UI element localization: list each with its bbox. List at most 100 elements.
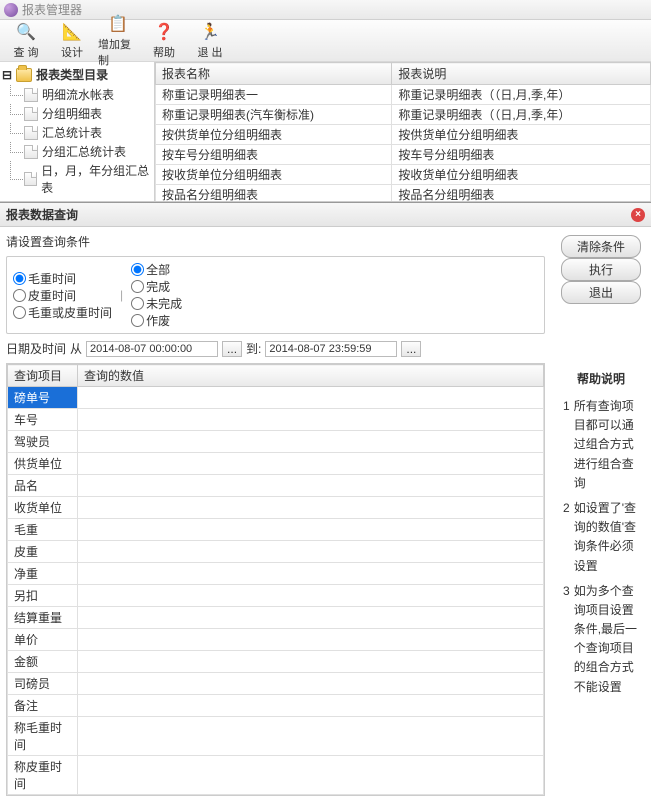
grid-row[interactable]: 称重记录明细表一称重记录明细表（（日,月,季,年） <box>156 85 651 105</box>
radio-input[interactable] <box>13 289 26 302</box>
tree-item[interactable]: 明细流水帐表 <box>24 85 152 104</box>
query-item-name: 称皮重时间 <box>8 756 78 795</box>
query-item-value[interactable] <box>78 756 544 795</box>
grid-cell: 按供货单位分组明细表 <box>156 125 392 145</box>
button-退出[interactable]: 退出 <box>561 281 641 304</box>
grid-row[interactable]: 按品名分组明细表按品名分组明细表 <box>156 185 651 202</box>
query-item-value[interactable] <box>78 541 544 563</box>
date-row: 日期及时间 从 ... 到: ... <box>6 340 545 357</box>
query-item-value[interactable] <box>78 717 544 756</box>
query-item-value[interactable] <box>78 651 544 673</box>
document-icon <box>24 107 38 121</box>
button-执行[interactable]: 执行 <box>561 258 641 281</box>
query-row[interactable]: 司磅员 <box>8 673 544 695</box>
query-item-value[interactable] <box>78 607 544 629</box>
radio-input[interactable] <box>131 263 144 276</box>
to-datetime-input[interactable] <box>265 341 397 357</box>
query-row[interactable]: 供货单位 <box>8 453 544 475</box>
radio-完成[interactable]: 完成 <box>131 278 182 295</box>
query-item-value[interactable] <box>78 695 544 717</box>
tree-item[interactable]: 汇总统计表 <box>24 123 152 142</box>
toolbar-label: 设计 <box>61 44 83 60</box>
toolbar-icon: 📐 <box>61 21 83 43</box>
expand-icon[interactable]: ⊟ <box>2 68 12 82</box>
query-item-value[interactable] <box>78 629 544 651</box>
query-item-value[interactable] <box>78 585 544 607</box>
query-item-name: 供货单位 <box>8 453 78 475</box>
button-清除条件[interactable]: 清除条件 <box>561 235 641 258</box>
query-item-value[interactable] <box>78 497 544 519</box>
query-item-name: 结算重量 <box>8 607 78 629</box>
toolbar-退 出-button[interactable]: 🏃退 出 <box>190 19 230 62</box>
document-icon <box>24 145 38 159</box>
query-item-value[interactable] <box>78 431 544 453</box>
to-date-picker-button[interactable]: ... <box>401 341 421 357</box>
radio-皮重时间[interactable]: 皮重时间 <box>13 287 112 304</box>
query-item-name: 品名 <box>8 475 78 497</box>
query-row[interactable]: 车号 <box>8 409 544 431</box>
tree-item[interactable]: 分组汇总统计表 <box>24 142 152 161</box>
report-grid[interactable]: 报表名称报表说明 称重记录明细表一称重记录明细表（（日,月,季,年）称重记录明细… <box>155 62 651 201</box>
toolbar-帮助-button[interactable]: ❓帮助 <box>144 19 184 62</box>
grid-header[interactable]: 报表说明 <box>392 63 651 85</box>
tree-item-label: 汇总统计表 <box>42 124 102 141</box>
tree-item[interactable]: 分组明细表 <box>24 104 152 123</box>
grid-cell: 按收货单位分组明细表 <box>156 165 392 185</box>
radio-input[interactable] <box>131 297 144 310</box>
query-row[interactable]: 皮重 <box>8 541 544 563</box>
query-items-grid[interactable]: 查询项目查询的数值 磅单号车号驾驶员供货单位品名收货单位毛重皮重净重另扣结算重量… <box>6 363 545 796</box>
radio-input[interactable] <box>131 314 144 327</box>
radio-毛重时间[interactable]: 毛重时间 <box>13 270 112 287</box>
grid-cell: 称重记录明细表（（日,月,季,年） <box>392 85 651 105</box>
query-item-name: 司磅员 <box>8 673 78 695</box>
radio-input[interactable] <box>13 306 26 319</box>
radio-未完成[interactable]: 未完成 <box>131 295 182 312</box>
query-row[interactable]: 称毛重时间 <box>8 717 544 756</box>
query-item-value[interactable] <box>78 563 544 585</box>
grid-row[interactable]: 按车号分组明细表按车号分组明细表 <box>156 145 651 165</box>
tree-root[interactable]: ⊟ 报表类型目录 <box>2 66 152 83</box>
radio-全部[interactable]: 全部 <box>131 261 182 278</box>
radio-作废[interactable]: 作废 <box>131 312 182 329</box>
grid-cell: 按品名分组明细表 <box>156 185 392 202</box>
query-row[interactable]: 结算重量 <box>8 607 544 629</box>
radio-毛重或皮重时间[interactable]: 毛重或皮重时间 <box>13 304 112 321</box>
query-row[interactable]: 净重 <box>8 563 544 585</box>
grid-row[interactable]: 按供货单位分组明细表按供货单位分组明细表 <box>156 125 651 145</box>
query-item-value[interactable] <box>78 519 544 541</box>
radio-input[interactable] <box>131 280 144 293</box>
grid-row[interactable]: 称重记录明细表(汽车衡标准)称重记录明细表（（日,月,季,年） <box>156 105 651 125</box>
query-row[interactable]: 品名 <box>8 475 544 497</box>
grid-row[interactable]: 按收货单位分组明细表按收货单位分组明细表 <box>156 165 651 185</box>
grid-header[interactable]: 报表名称 <box>156 63 392 85</box>
toolbar-查 询-button[interactable]: 🔍查 询 <box>6 19 46 62</box>
grid-cell: 称重记录明细表(汽车衡标准) <box>156 105 392 125</box>
close-icon[interactable]: × <box>631 208 645 222</box>
query-item-value[interactable] <box>78 409 544 431</box>
toolbar-icon: 📋 <box>107 13 129 35</box>
app-icon <box>4 3 18 17</box>
tree-item-label: 明细流水帐表 <box>42 86 114 103</box>
query-row[interactable]: 金额 <box>8 651 544 673</box>
query-row[interactable]: 驾驶员 <box>8 431 544 453</box>
radio-input[interactable] <box>13 272 26 285</box>
query-item-name: 驾驶员 <box>8 431 78 453</box>
query-item-value[interactable] <box>78 453 544 475</box>
query-row[interactable]: 磅单号 <box>8 387 544 409</box>
query-item-value[interactable] <box>78 673 544 695</box>
tree-item-label: 分组明细表 <box>42 105 102 122</box>
radio-label: 完成 <box>146 278 170 295</box>
toolbar-设计-button[interactable]: 📐设计 <box>52 19 92 62</box>
tree-item[interactable]: 日，月，年分组汇总表 <box>24 161 152 197</box>
grid-cell: 按收货单位分组明细表 <box>392 165 651 185</box>
query-row[interactable]: 另扣 <box>8 585 544 607</box>
query-row[interactable]: 收货单位 <box>8 497 544 519</box>
query-row[interactable]: 单价 <box>8 629 544 651</box>
query-row[interactable]: 称皮重时间 <box>8 756 544 795</box>
from-date-picker-button[interactable]: ... <box>222 341 242 357</box>
query-row[interactable]: 毛重 <box>8 519 544 541</box>
query-item-value[interactable] <box>78 475 544 497</box>
query-row[interactable]: 备注 <box>8 695 544 717</box>
from-datetime-input[interactable] <box>86 341 218 357</box>
query-item-value[interactable] <box>78 387 544 409</box>
